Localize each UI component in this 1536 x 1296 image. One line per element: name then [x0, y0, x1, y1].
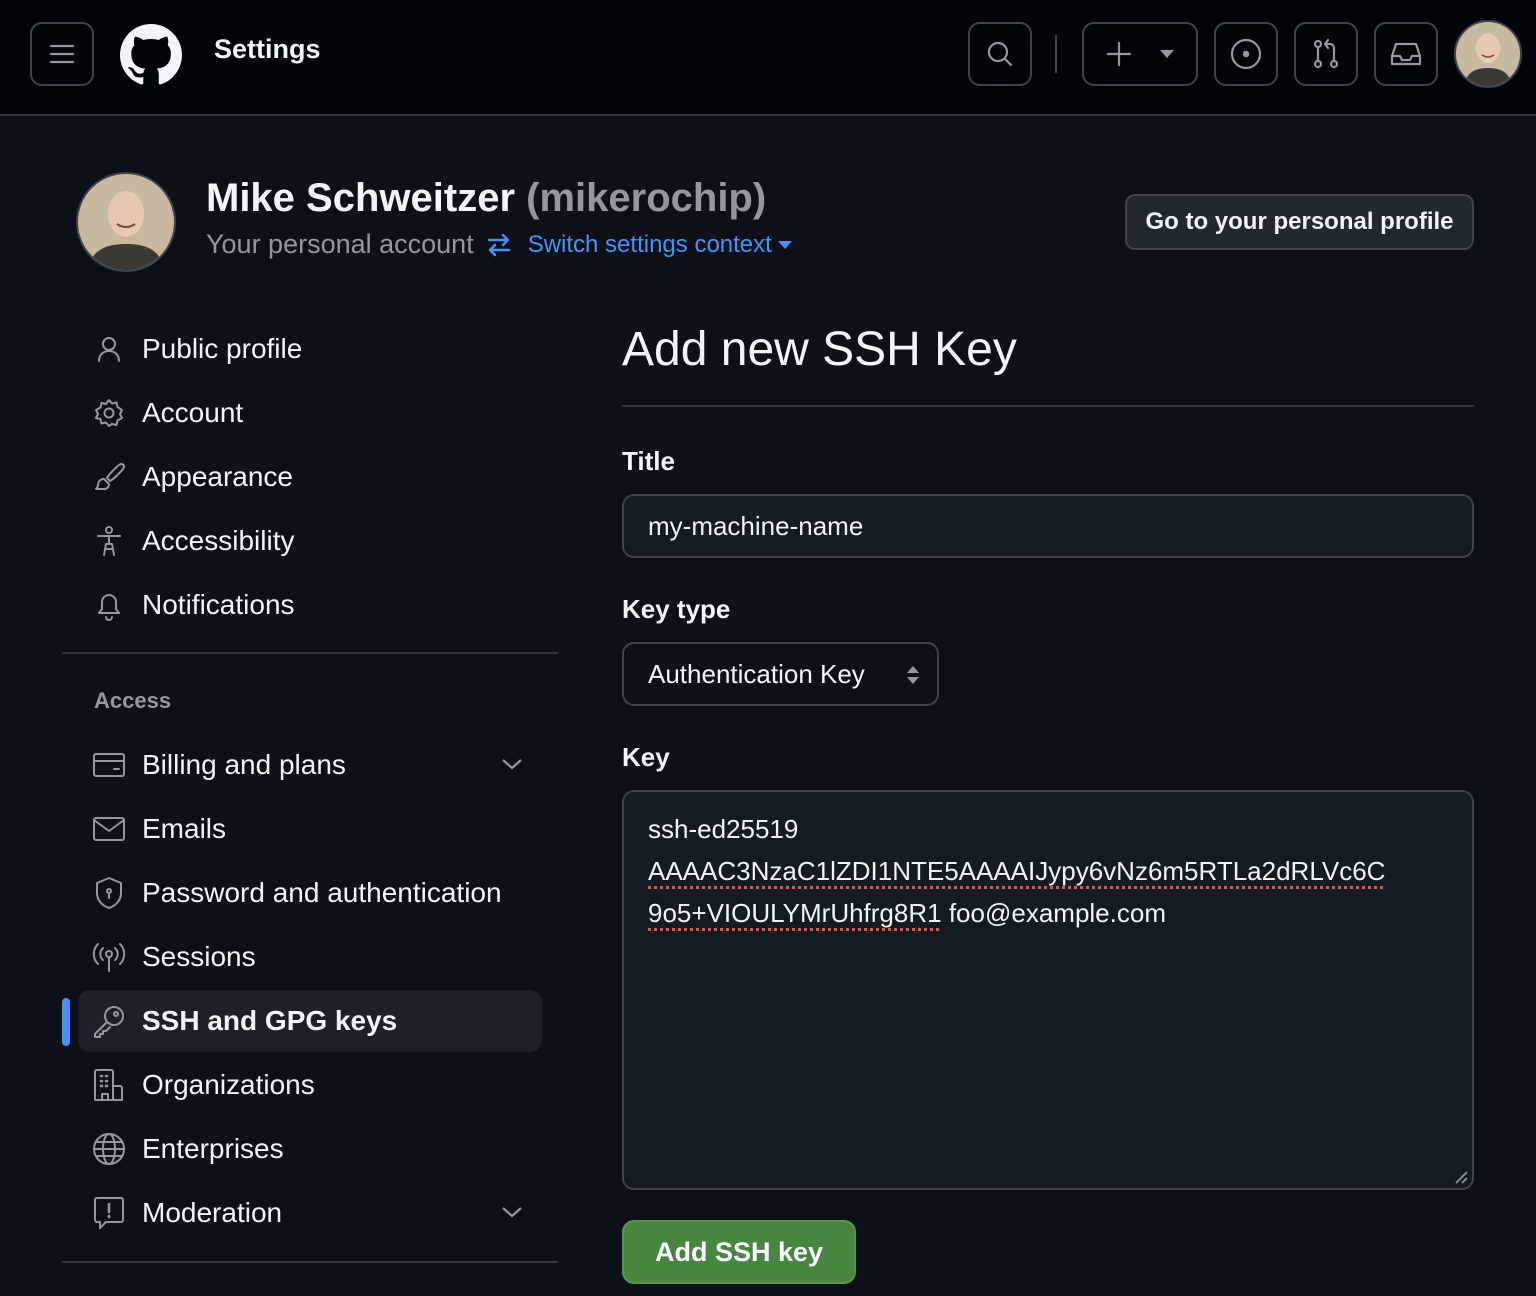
header-title: Settings — [214, 34, 321, 64]
account-subtitle: Your personal account — [206, 229, 474, 259]
sidebar-divider — [62, 652, 558, 654]
create-new-button[interactable] — [1082, 22, 1198, 86]
github-mark-icon[interactable] — [120, 24, 182, 86]
accessibility-icon — [97, 526, 121, 556]
globe-icon — [93, 1133, 125, 1165]
sidebar-divider — [62, 1261, 558, 1263]
user-avatar-menu[interactable] — [1454, 20, 1522, 88]
arrow-switch-icon — [487, 233, 510, 256]
sidebar-item-label: Appearance — [142, 461, 294, 492]
switch-settings-context-link[interactable]: Switch settings context — [528, 231, 792, 259]
title-label: Title — [622, 446, 675, 476]
plus-icon — [1106, 41, 1132, 67]
account-context: Your personal account Switch settings co… — [206, 229, 792, 260]
credit-card-icon — [93, 753, 125, 777]
broadcast-icon — [92, 943, 126, 972]
key-icon — [94, 1006, 124, 1038]
pull-requests-button[interactable] — [1294, 22, 1358, 86]
key-line: ssh-ed25519 — [648, 814, 799, 844]
sidebar-item-label: Notifications — [142, 589, 295, 620]
sidebar-item-label: Password and authentication — [142, 877, 502, 908]
header-divider — [1055, 35, 1057, 73]
sidebar-item-label: Public profile — [142, 333, 303, 364]
avatar-photo-icon — [1464, 33, 1512, 86]
avatar-photo-icon — [88, 191, 164, 270]
profile-login: (mikerochip) — [526, 176, 767, 220]
key-body-part-2: 9o5+VIOULYMrUhfrg8R1 — [648, 898, 942, 928]
select-arrows-icon — [907, 666, 919, 684]
inbox-icon — [1390, 42, 1422, 66]
sidebar-item-accessibility[interactable]: Accessibility — [78, 510, 542, 572]
triangle-down-icon — [1160, 50, 1174, 58]
sidebar-item-organizations[interactable]: Organizations — [78, 1054, 542, 1116]
active-indicator — [62, 998, 70, 1046]
sidebar-item-public-profile[interactable]: Public profile — [78, 318, 542, 380]
sidebar-item-ssh-and-gpg-keys[interactable]: SSH and GPG keys — [78, 990, 542, 1052]
sidebar-heading-access: Access — [94, 688, 172, 713]
profile-avatar — [76, 172, 176, 272]
sidebar-item-moderation[interactable]: Moderation — [78, 1182, 542, 1244]
hamburger-icon — [49, 44, 75, 64]
search-icon — [987, 41, 1013, 67]
shield-lock-icon — [96, 877, 122, 909]
sidebar-item-notifications[interactable]: Notifications — [78, 574, 542, 636]
sidebar-item-label: Moderation — [142, 1197, 283, 1228]
sidebar-item-label: Emails — [142, 813, 227, 844]
sidebar-item-billing-and-plans[interactable]: Billing and plans — [78, 734, 542, 796]
sidebar-item-password-and-authentication[interactable]: Password and authentication — [78, 862, 542, 924]
paintbrush-icon — [95, 463, 125, 490]
sidebar-item-label: Billing and plans — [142, 749, 346, 780]
sidebar-item-enterprises[interactable]: Enterprises — [78, 1118, 542, 1180]
sidebar-item-label: Account — [142, 397, 244, 428]
key-comment-email: foo@example.com — [948, 898, 1166, 928]
sidebar-item-label: Accessibility — [142, 525, 295, 556]
sidebar-item-sessions[interactable]: Sessions — [78, 926, 542, 988]
sidebar-item-label: Organizations — [142, 1069, 315, 1100]
sidebar-item-label: Sessions — [142, 941, 256, 972]
key-type-select[interactable]: Authentication Key — [622, 642, 939, 706]
key-body-part-1: AAAAC3NzaC1lZDI1NTE5AAAAIJypy6vNz6m5RTLa… — [648, 856, 1386, 886]
mail-icon — [93, 817, 125, 841]
issues-button[interactable] — [1214, 22, 1278, 86]
resize-handle-icon[interactable] — [1454, 1170, 1468, 1184]
go-to-personal-profile-button[interactable]: Go to your personal profile — [1125, 194, 1474, 250]
caret-down-icon — [777, 240, 792, 249]
report-icon — [94, 1197, 124, 1229]
global-header: Settings — [0, 0, 1536, 116]
key-type-selected-value: Authentication Key — [648, 658, 865, 689]
chevron-down-icon[interactable] — [500, 754, 524, 774]
bell-icon — [98, 594, 120, 621]
sidebar-item-appearance[interactable]: Appearance — [78, 446, 542, 508]
title-input[interactable] — [622, 494, 1474, 558]
chevron-down-icon[interactable] — [500, 1202, 524, 1222]
sidebar-item-label: SSH and GPG keys — [142, 1005, 398, 1036]
issue-opened-icon — [1230, 38, 1262, 70]
profile-name: Mike Schweitzer (mikerochip) — [206, 176, 766, 221]
git-pull-request-icon — [1313, 38, 1339, 69]
open-menu-button[interactable] — [30, 22, 94, 86]
person-icon — [98, 337, 120, 362]
sidebar-item-account[interactable]: Account — [78, 382, 542, 444]
gear-icon — [95, 399, 123, 427]
key-line: 9o5+VIOULYMrUhfrg8R1 foo@example.com — [648, 892, 1448, 934]
search-button[interactable] — [968, 22, 1032, 86]
organization-icon — [94, 1069, 123, 1101]
profile-display-name: Mike Schweitzer — [206, 176, 516, 220]
switch-settings-context-label: Switch settings context — [527, 230, 772, 258]
inbox-button[interactable] — [1374, 22, 1438, 86]
add-ssh-key-button[interactable]: Add SSH key — [622, 1220, 856, 1284]
title-divider — [622, 405, 1474, 407]
page-title: Add new SSH Key — [622, 323, 1017, 376]
sidebar-item-label: Enterprises — [142, 1133, 284, 1164]
sidebar-item-emails[interactable]: Emails — [78, 798, 542, 860]
key-line: AAAAC3NzaC1lZDI1NTE5AAAAIJypy6vNz6m5RTLa… — [648, 850, 1448, 892]
key-textarea[interactable]: ssh-ed25519 AAAAC3NzaC1lZDI1NTE5AAAAIJyp… — [622, 790, 1474, 1190]
key-type-label: Key type — [622, 594, 731, 624]
key-label: Key — [622, 742, 670, 772]
